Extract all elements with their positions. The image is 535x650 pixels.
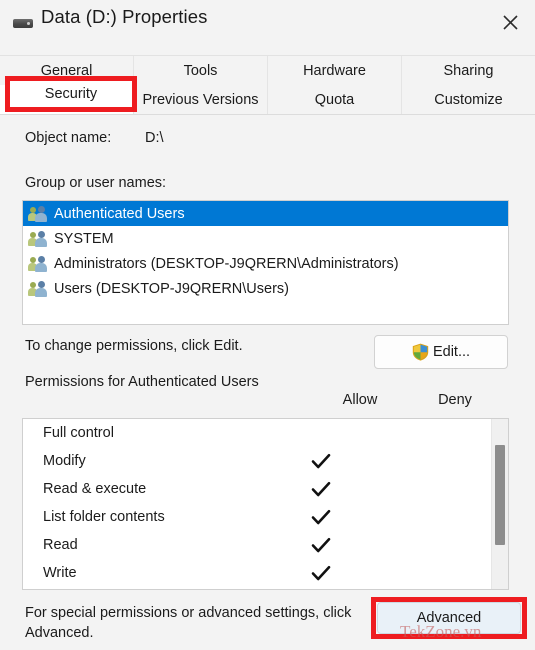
window-title: Data (D:) Properties [41,6,208,27]
title-bar: Data (D:) Properties [0,0,535,45]
group-or-user-names-label: Group or user names: [25,175,167,191]
tab-previous-versions[interactable]: Previous Versions [134,85,268,114]
deny-column-header: Deny [438,392,472,408]
object-name-label: Object name: [25,130,112,146]
allow-checkmark-icon[interactable] [306,537,336,554]
permission-label: Read [43,537,78,553]
tab-tools[interactable]: Tools [134,56,268,85]
tab-sharing[interactable]: Sharing [402,56,535,85]
allow-checkmark-icon[interactable] [306,509,336,526]
advanced-button-label: Advanced [416,610,482,626]
allow-checkmark-icon[interactable] [306,481,336,498]
close-button[interactable] [485,0,535,45]
users-group-icon [28,205,48,222]
list-item[interactable]: SYSTEM [23,226,508,251]
uac-shield-icon [412,343,429,361]
allow-column-header: Allow [342,392,378,408]
permission-label: Modify [43,453,86,469]
list-item-label: Users (DESKTOP-J9QRERN\Users) [54,280,289,297]
security-tab-highlight-annotation: Security [5,76,137,112]
allow-checkmark-icon[interactable] [306,453,336,470]
table-row[interactable]: Read & execute [23,475,508,503]
permission-label: Read & execute [43,481,147,497]
tab-customize[interactable]: Customize [402,85,535,114]
permissions-list[interactable]: Full control Modify Read & execute List … [22,418,509,590]
tab-hardware[interactable]: Hardware [268,56,402,85]
permission-label: List folder contents [43,509,165,525]
allow-checkmark-icon[interactable] [306,565,336,582]
hard-drive-icon [13,19,33,28]
table-row[interactable]: List folder contents [23,503,508,531]
permissions-scrollbar[interactable] [491,419,508,589]
list-item[interactable]: Administrators (DESKTOP-J9QRERN\Administ… [23,251,508,276]
list-item-label: Administrators (DESKTOP-J9QRERN\Administ… [54,255,399,272]
permissions-title: Permissions for Authenticated Users [25,374,259,390]
users-group-icon [28,280,48,297]
edit-button[interactable]: Edit... [374,335,508,369]
advanced-button[interactable]: Advanced [377,602,521,634]
list-item[interactable]: Users (DESKTOP-J9QRERN\Users) [23,276,508,301]
security-tab-highlight-label: Security [44,86,98,102]
permission-label: Write [43,565,77,581]
list-item-label: SYSTEM [54,230,114,247]
users-group-icon [28,230,48,247]
table-row[interactable]: Write [23,559,508,587]
advanced-settings-hint: For special permissions or advanced sett… [25,605,352,641]
edit-permissions-hint: To change permissions, click Edit. [25,338,243,354]
list-item[interactable]: Authenticated Users [23,201,508,226]
users-group-icon [28,255,48,272]
list-item-label: Authenticated Users [54,205,185,222]
table-row[interactable]: Modify [23,447,508,475]
tab-quota[interactable]: Quota [268,85,402,114]
permission-label: Full control [43,425,114,441]
object-name-value: D:\ [145,130,164,146]
close-icon [502,15,518,30]
group-or-user-names-list[interactable]: Authenticated Users SYSTEM Administrator… [22,200,509,325]
table-row[interactable]: Full control [23,419,508,447]
edit-button-label: Edit... [432,344,471,360]
table-row[interactable]: Read [23,531,508,559]
permissions-scrollbar-thumb[interactable] [495,445,505,545]
